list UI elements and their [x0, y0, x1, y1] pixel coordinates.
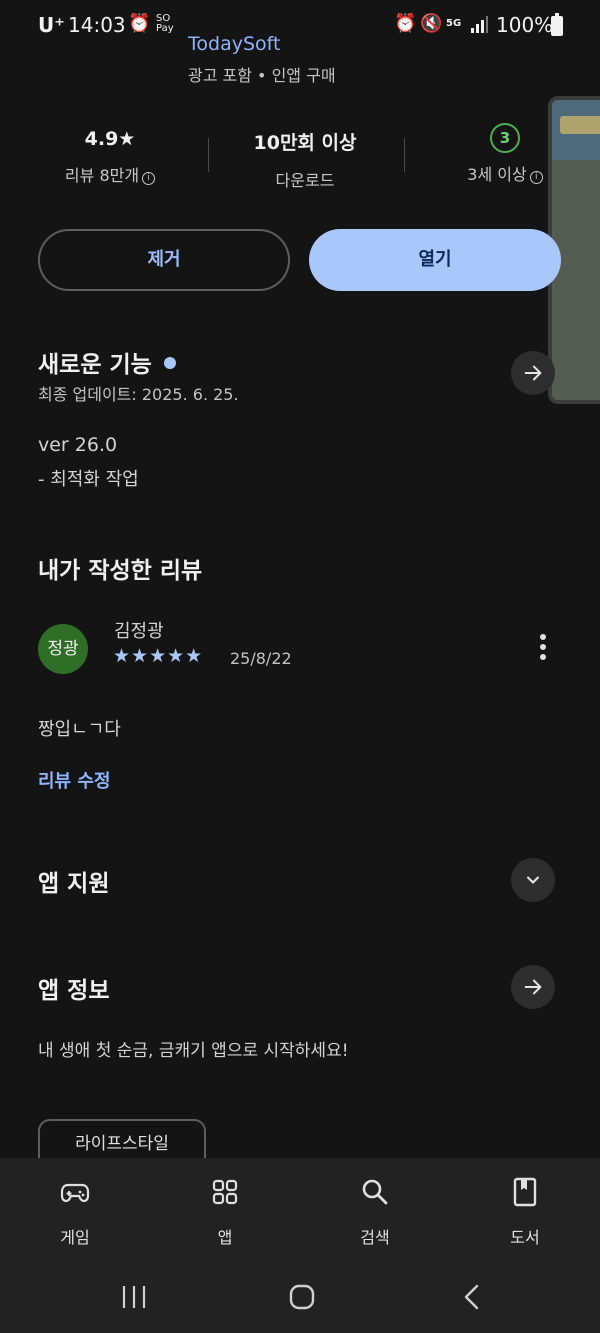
- battery-percentage: 100%: [496, 13, 554, 37]
- age-rating-stat[interactable]: 3 3세 이상 i: [445, 123, 565, 185]
- whats-new-arrow-button[interactable]: [511, 351, 555, 395]
- avatar: 정광: [38, 624, 88, 674]
- new-indicator-dot: [163, 357, 176, 369]
- apps-grid-icon: [212, 1179, 238, 1205]
- version-text: ver 26.0: [38, 434, 118, 456]
- back-icon[interactable]: [460, 1283, 484, 1311]
- divider: [208, 138, 209, 172]
- app-meta: 광고 포함 • 인앱 구매: [188, 66, 336, 85]
- more-options-icon[interactable]: [534, 634, 552, 666]
- nav-label: 앱: [217, 1228, 233, 1247]
- alarm-icon: ⏰: [128, 13, 151, 34]
- nav-games[interactable]: 게임: [0, 1158, 150, 1260]
- recent-apps-icon[interactable]: [120, 1284, 148, 1310]
- rating-label: 리뷰 8만개: [64, 166, 140, 185]
- rating-value: 4.9★: [84, 128, 136, 150]
- carrier-label: U⁺: [38, 13, 65, 37]
- review-author: 김정광: [114, 621, 164, 642]
- gamepad-icon: [60, 1183, 90, 1203]
- app-support-heading[interactable]: 앱 지원: [38, 864, 110, 898]
- nav-label: 도서: [510, 1228, 540, 1247]
- nav-search[interactable]: 검색: [300, 1158, 450, 1260]
- pay-icon: SO Pay: [156, 13, 174, 34]
- mute-icon: 🔇: [420, 13, 443, 34]
- nav-label: 검색: [360, 1228, 390, 1247]
- nav-label: 게임: [60, 1228, 90, 1247]
- app-info-arrow-button[interactable]: [511, 965, 555, 1009]
- battery-icon: [551, 13, 563, 36]
- whats-new-title: 새로운 기능: [38, 352, 152, 378]
- whats-new-heading[interactable]: 새로운 기능: [38, 345, 176, 379]
- status-bar: U⁺ 14:03 ⏰ SO Pay ⏰ 🔇 5G 100%: [0, 0, 600, 50]
- divider: [404, 138, 405, 172]
- nav-apps[interactable]: 앱: [150, 1158, 300, 1260]
- downloads-label: 다운로드: [275, 171, 335, 190]
- age-rating-label: 3세 이상: [467, 165, 527, 184]
- alarm-icon: ⏰: [394, 13, 417, 34]
- age-rating-badge: 3: [490, 123, 520, 153]
- rating-stat[interactable]: 4.9★ 리뷰 8만개 i: [50, 128, 170, 186]
- arrow-right-icon: [524, 979, 542, 995]
- uninstall-button[interactable]: 제거: [38, 229, 290, 291]
- my-review-heading: 내가 작성한 리뷰: [38, 558, 203, 584]
- downloads-value: 10만회 이상: [253, 132, 357, 154]
- info-icon: i: [529, 171, 543, 184]
- info-icon: i: [142, 172, 156, 185]
- chevron-down-icon: [527, 876, 539, 884]
- open-button[interactable]: 열기: [309, 229, 561, 291]
- search-icon: [362, 1179, 388, 1205]
- release-notes: - 최적화 작업: [38, 469, 139, 490]
- downloads-stat: 10만회 이상 다운로드: [235, 128, 375, 191]
- book-icon: [513, 1177, 537, 1207]
- developer-link[interactable]: TodaySoft: [188, 33, 280, 55]
- status-time: 14:03: [68, 13, 126, 37]
- review-date: 25/8/22: [230, 649, 292, 668]
- app-support-expand-button[interactable]: [511, 858, 555, 902]
- last-updated: 최종 업데이트: 2025. 6. 25.: [38, 385, 239, 404]
- home-icon[interactable]: [288, 1283, 316, 1311]
- app-info-heading[interactable]: 앱 정보: [38, 971, 110, 1005]
- bottom-navigation: 게임 앱 검색 도서: [0, 1158, 600, 1260]
- nav-books[interactable]: 도서: [450, 1158, 600, 1260]
- network-badge: 5G: [446, 18, 462, 29]
- edit-review-link[interactable]: 리뷰 수정: [38, 767, 111, 793]
- review-body: 짱입ㄴㄱ다: [38, 719, 121, 740]
- signal-icon: [470, 16, 488, 38]
- review-stars: ★★★★★: [113, 645, 204, 667]
- app-description: 내 생애 첫 순금, 금캐기 앱으로 시작하세요!: [38, 1041, 349, 1061]
- arrow-right-icon: [524, 365, 542, 381]
- system-navigation-bar: [0, 1260, 600, 1333]
